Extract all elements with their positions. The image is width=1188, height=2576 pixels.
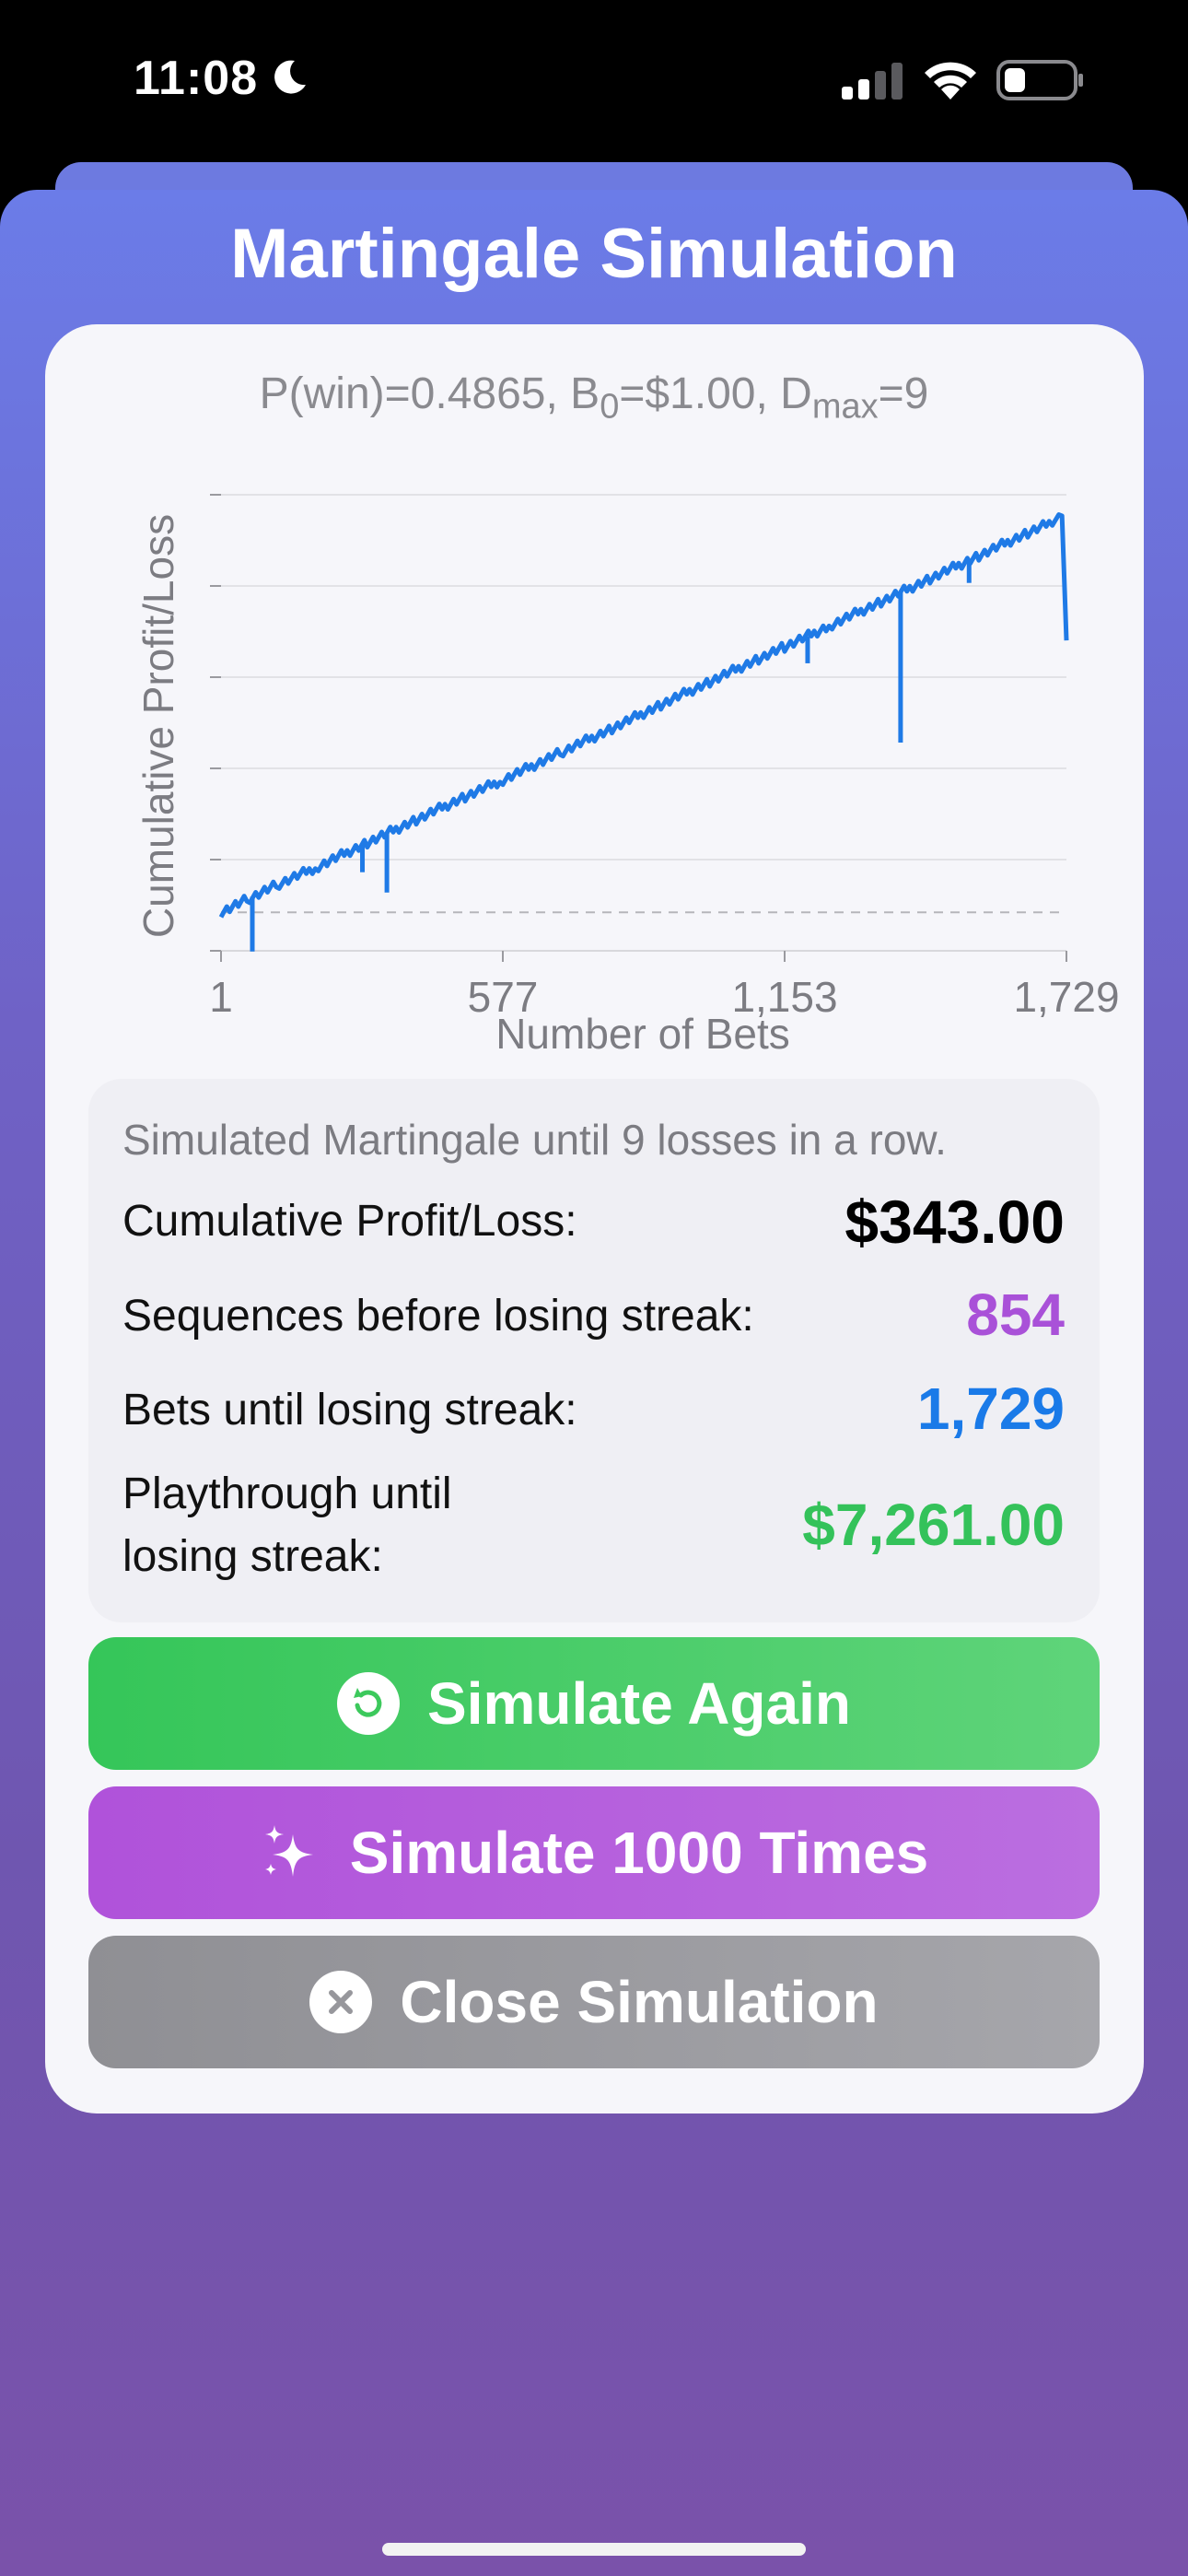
home-indicator: [382, 2543, 806, 2556]
page-title: Martingale Simulation: [230, 215, 958, 293]
profit-loss-chart: 1 577 1,153 1,729Number of BetsCumulative P…: [134, 494, 1120, 1058]
x-axis-label: Number of Bets: [495, 1010, 790, 1058]
simulate-1000-times-button[interactable]: Simulate 1000 Times: [88, 1786, 1100, 1919]
simulate-again-button[interactable]: Simulate Again: [88, 1637, 1100, 1770]
refresh-icon: [337, 1672, 401, 1735]
stat-label-playthrough-line2: losing streak:: [122, 1532, 383, 1581]
wifi-icon: [925, 62, 976, 100]
x-tick-label: 1: [209, 973, 233, 1021]
stats-note: Simulated Martingale until 9 losses in a…: [122, 1116, 947, 1164]
moon-icon: [274, 60, 306, 94]
close-simulation-label: Close Simulation: [400, 1969, 879, 2035]
stat-label-profit: Cumulative Profit/Loss:: [122, 1197, 577, 1246]
profit-loss-line: [218, 512, 1069, 919]
simulate-again-label: Simulate Again: [427, 1670, 851, 1737]
x-tick-label: 1,729: [1013, 973, 1119, 1021]
status-bar: 11:08: [0, 0, 1188, 166]
stat-label-sequences: Sequences before losing streak:: [122, 1292, 754, 1341]
battery-icon: [996, 60, 1083, 100]
stat-label-playthrough-line1: Playthrough until: [122, 1469, 452, 1518]
cellular-signal-icon: [842, 63, 903, 100]
close-icon: [309, 1971, 373, 2033]
close-simulation-button[interactable]: Close Simulation: [88, 1936, 1100, 2068]
chart-title: P(win)=0.4865, B0=$1.00, Dmax=9: [259, 369, 929, 427]
sparkles-icon: [264, 1825, 313, 1877]
simulate-1000-times-label: Simulate 1000 Times: [349, 1820, 929, 1886]
stat-label-bets: Bets until losing streak:: [122, 1386, 577, 1434]
stat-value-sequences: 854: [966, 1282, 1065, 1348]
stat-value-playthrough: $7,261.00: [802, 1492, 1065, 1558]
stat-value-bets: 1,729: [916, 1376, 1065, 1442]
y-axis-label: Cumulative Profit/Loss: [134, 514, 182, 938]
stat-value-profit: $343.00: [844, 1188, 1065, 1256]
status-time: 11:08: [134, 52, 259, 105]
